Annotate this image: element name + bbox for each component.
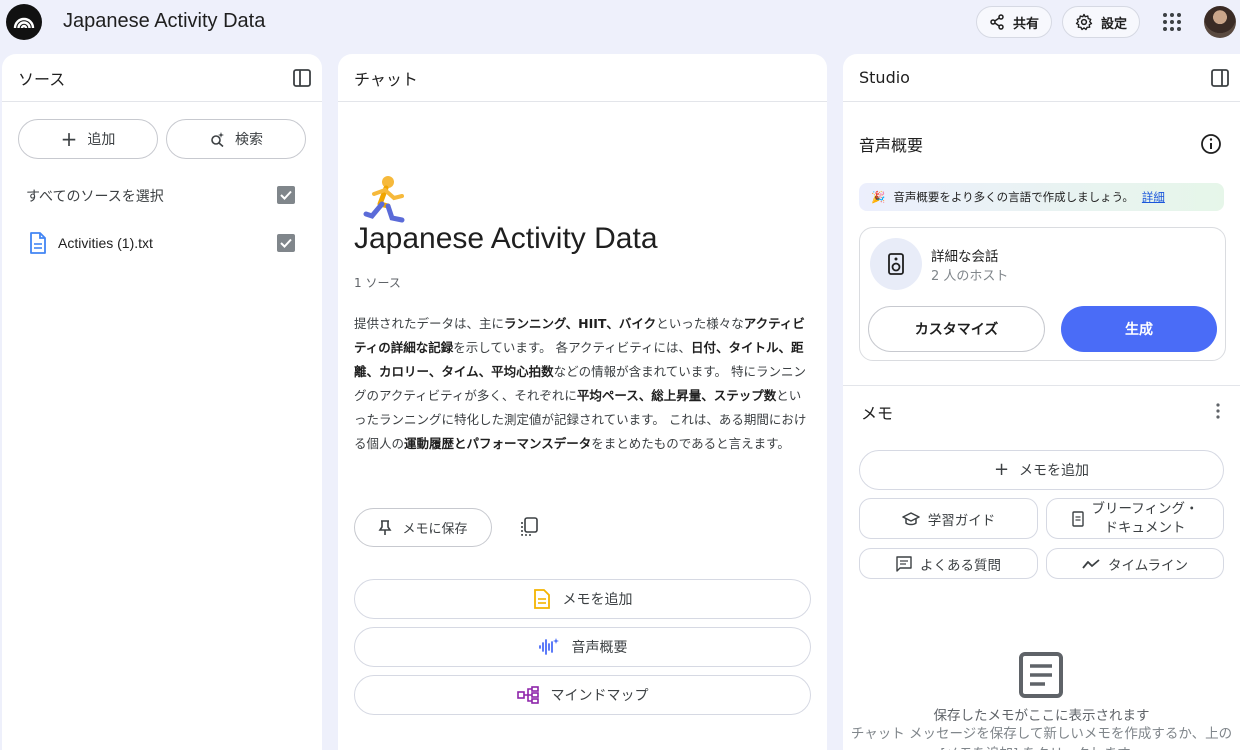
generate-button[interactable]: 生成 <box>1061 306 1217 352</box>
pin-icon <box>378 519 392 535</box>
add-memo-studio-button[interactable]: + メモを追加 <box>859 450 1224 490</box>
source-item-checkbox[interactable] <box>277 234 295 252</box>
sources-title: ソース <box>18 69 66 89</box>
document-icon <box>533 589 550 609</box>
audio-overview-label: 音声概要 <box>571 640 628 656</box>
plus-icon: + <box>60 127 78 151</box>
notebooklm-logo-icon[interactable] <box>6 4 42 40</box>
timeline-label: タイムライン <box>1107 557 1189 574</box>
add-source-button[interactable]: + 追加 <box>18 119 158 159</box>
banner-text: 音声概要をより多くの言語で作成しましょう。 <box>893 190 1134 204</box>
gear-icon <box>1075 13 1093 31</box>
user-avatar[interactable] <box>1204 6 1236 38</box>
share-icon <box>990 14 1004 30</box>
sources-header: ソース <box>2 54 322 102</box>
language-banner: 🎉 音声概要をより多くの言語で作成しましょう。 詳細 <box>859 183 1224 211</box>
source-item-label[interactable]: Activities (1).txt <box>58 235 153 251</box>
audio-overview-button[interactable]: 音声概要 <box>354 627 811 667</box>
select-all-checkbox[interactable] <box>277 186 295 204</box>
graduation-cap-icon <box>902 511 920 525</box>
plus-icon: + <box>993 459 1010 480</box>
more-vert-icon[interactable] <box>1215 402 1221 420</box>
select-all-label: すべてのソースを選択 <box>26 189 164 205</box>
add-source-label: 追加 <box>87 132 116 148</box>
add-memo-button[interactable]: メモを追加 <box>354 579 811 619</box>
mindmap-label: マインドマップ <box>550 688 649 704</box>
notebook-heading: Japanese Activity Data <box>354 222 658 255</box>
search-source-button[interactable]: 検索 <box>166 119 306 159</box>
checkmark-icon <box>280 238 292 248</box>
text-file-icon <box>30 232 46 254</box>
audio-overview-title: 音声概要 <box>859 136 924 155</box>
apps-grid-icon[interactable] <box>1160 10 1184 34</box>
faq-label: よくある質問 <box>920 557 1001 574</box>
timeline-chip[interactable]: タイムライン <box>1046 548 1224 579</box>
share-button[interactable]: 共有 <box>976 6 1052 38</box>
sources-panel: ソース + 追加 検索 すべてのソースを選択 Activities (1).tx… <box>2 54 322 750</box>
save-to-memo-label: メモに保存 <box>402 522 468 537</box>
customize-button[interactable]: カスタマイズ <box>868 306 1045 352</box>
studio-header: Studio <box>843 54 1240 102</box>
empty-memo-title: 保存したメモがここに表示されます <box>933 708 1150 724</box>
add-memo-label: メモを追加 <box>562 592 633 608</box>
mindmap-icon <box>516 686 539 704</box>
top-bar: Japanese Activity Data 共有 設定 <box>0 0 1240 46</box>
share-label: 共有 <box>1013 16 1040 32</box>
studio-title: Studio <box>859 68 910 87</box>
party-popper-icon: 🎉 <box>871 190 886 204</box>
search-source-label: 検索 <box>235 132 263 148</box>
runner-emoji-icon <box>363 176 405 223</box>
add-memo-studio-label: メモを追加 <box>1019 463 1090 479</box>
save-to-memo-button[interactable]: メモに保存 <box>354 508 492 547</box>
settings-label: 設定 <box>1101 16 1128 32</box>
copy-icon[interactable] <box>518 516 540 538</box>
memo-title: メモ <box>861 404 894 423</box>
chat-header: チャット <box>338 54 827 102</box>
study-guide-label: 学習ガイド <box>927 512 996 529</box>
studio-panel: Studio 音声概要 🎉 音声概要をより多くの言語で作成しましょう。 詳細 詳… <box>843 54 1240 750</box>
empty-memo-subtitle: チャット メッセージを保存して新しいメモを作成するか、上の [メモを追加] をク… <box>850 726 1233 750</box>
collapse-panel-icon[interactable] <box>292 68 312 88</box>
notebook-title[interactable]: Japanese Activity Data <box>63 10 265 33</box>
notebook-summary: 提供されたデータは、主にランニング、HIIT、バイクといった様々なアクティビティ… <box>354 316 807 451</box>
checkmark-icon <box>280 190 292 200</box>
source-count: 1 ソース <box>354 276 401 290</box>
audio-overview-card: 詳細な会話 2 人のホスト カスタマイズ 生成 <box>859 227 1226 361</box>
briefing-doc-chip[interactable]: ブリーフィング・ ドキュメント <box>1046 498 1224 539</box>
speaker-icon <box>870 238 922 290</box>
audio-card-title: 詳細な会話 <box>931 249 999 265</box>
collapse-panel-icon[interactable] <box>1210 68 1230 88</box>
chat-panel: チャット Japanese Activity Data 1 ソース 提供されたデ… <box>338 54 827 750</box>
audio-card-subtitle: 2 人のホスト <box>931 269 1009 284</box>
notes-document-icon <box>1019 652 1063 698</box>
mindmap-button[interactable]: マインドマップ <box>354 675 811 715</box>
faq-comment-icon <box>896 555 912 572</box>
study-guide-chip[interactable]: 学習ガイド <box>859 498 1038 539</box>
banner-details-link[interactable]: 詳細 <box>1142 189 1165 205</box>
settings-button[interactable]: 設定 <box>1062 6 1140 38</box>
section-divider <box>843 385 1240 386</box>
chat-title: チャット <box>354 69 418 89</box>
info-icon[interactable] <box>1200 133 1222 155</box>
document-outline-icon <box>1071 510 1084 527</box>
timeline-icon <box>1082 558 1100 569</box>
search-sparkle-icon <box>211 132 224 147</box>
faq-chip[interactable]: よくある質問 <box>859 548 1038 579</box>
briefing-doc-label: ブリーフィング・ ドキュメント <box>1091 500 1199 536</box>
audio-sparkle-icon <box>538 638 559 655</box>
